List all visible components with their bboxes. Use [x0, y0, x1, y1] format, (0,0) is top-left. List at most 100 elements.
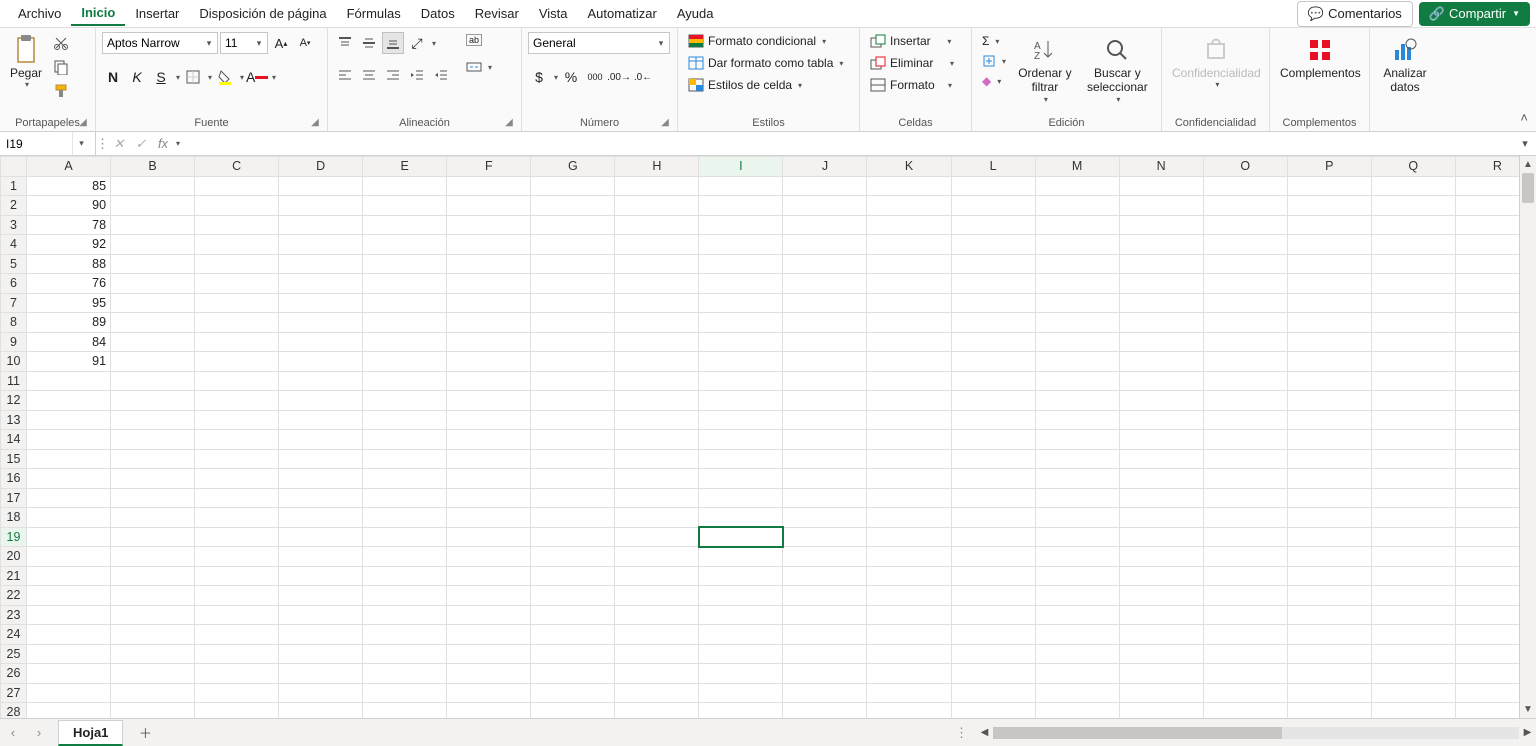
- cell[interactable]: [447, 547, 531, 567]
- cell[interactable]: [615, 547, 699, 567]
- cell[interactable]: [1119, 235, 1203, 255]
- tab-insertar[interactable]: Insertar: [125, 2, 189, 25]
- cell[interactable]: [111, 215, 195, 235]
- cell[interactable]: [867, 352, 951, 372]
- decrease-indent-button[interactable]: [406, 64, 428, 86]
- cell[interactable]: [363, 215, 447, 235]
- chevron-down-icon[interactable]: ▾: [251, 38, 267, 49]
- cell[interactable]: [447, 625, 531, 645]
- cell[interactable]: [867, 488, 951, 508]
- cell[interactable]: [615, 605, 699, 625]
- cell[interactable]: [363, 683, 447, 703]
- cell[interactable]: [783, 235, 867, 255]
- cell[interactable]: [783, 430, 867, 450]
- tab-ayuda[interactable]: Ayuda: [667, 2, 724, 25]
- cell[interactable]: [1455, 586, 1519, 606]
- cell[interactable]: [1203, 703, 1287, 719]
- cell[interactable]: [195, 176, 279, 196]
- cell[interactable]: [1203, 683, 1287, 703]
- cell[interactable]: [111, 313, 195, 333]
- cell[interactable]: [1371, 488, 1455, 508]
- chevron-down-icon[interactable]: ▾: [432, 39, 436, 48]
- fill-color-button[interactable]: [214, 66, 236, 88]
- name-box-input[interactable]: [0, 137, 72, 151]
- cell[interactable]: [783, 410, 867, 430]
- chevron-down-icon[interactable]: ▾: [653, 38, 669, 49]
- wrap-text-button[interactable]: ab: [462, 32, 496, 48]
- cell[interactable]: [1455, 371, 1519, 391]
- tab-automatizar[interactable]: Automatizar: [578, 2, 667, 25]
- column-header[interactable]: R: [1455, 157, 1519, 177]
- cell[interactable]: [1455, 235, 1519, 255]
- cell[interactable]: [867, 293, 951, 313]
- cell[interactable]: [615, 332, 699, 352]
- cell[interactable]: [447, 586, 531, 606]
- cell[interactable]: [1287, 527, 1371, 547]
- cell[interactable]: 95: [27, 293, 111, 313]
- cell[interactable]: [111, 508, 195, 528]
- cell[interactable]: [1035, 293, 1119, 313]
- cell[interactable]: [531, 683, 615, 703]
- cell[interactable]: [195, 566, 279, 586]
- cell[interactable]: [699, 196, 783, 216]
- cell[interactable]: [699, 391, 783, 411]
- cell[interactable]: [1203, 352, 1287, 372]
- cell[interactable]: [1371, 274, 1455, 294]
- name-box[interactable]: ▾: [0, 132, 96, 155]
- row-header[interactable]: 10: [1, 352, 27, 372]
- cut-button[interactable]: [50, 32, 72, 54]
- cell[interactable]: [867, 371, 951, 391]
- row-header[interactable]: 22: [1, 586, 27, 606]
- comma-style-button[interactable]: 000: [584, 66, 606, 88]
- cell[interactable]: [447, 371, 531, 391]
- cell[interactable]: [279, 586, 363, 606]
- formula-input[interactable]: [180, 132, 1514, 155]
- cell[interactable]: [1035, 664, 1119, 684]
- cell[interactable]: [1119, 313, 1203, 333]
- cell[interactable]: [111, 703, 195, 719]
- delete-cells-button[interactable]: Eliminar ▾: [866, 54, 958, 72]
- cell[interactable]: [531, 332, 615, 352]
- cell[interactable]: 76: [27, 274, 111, 294]
- cell[interactable]: 89: [27, 313, 111, 333]
- cell[interactable]: [699, 235, 783, 255]
- cell[interactable]: [615, 488, 699, 508]
- font-name-combo[interactable]: ▾: [102, 32, 218, 54]
- cell[interactable]: [1119, 703, 1203, 719]
- cell[interactable]: [1203, 488, 1287, 508]
- cell[interactable]: [1287, 664, 1371, 684]
- cell[interactable]: [363, 469, 447, 489]
- cell[interactable]: [363, 332, 447, 352]
- cell[interactable]: [111, 352, 195, 372]
- cell[interactable]: [615, 410, 699, 430]
- cell[interactable]: [1203, 313, 1287, 333]
- cell[interactable]: [531, 508, 615, 528]
- cell[interactable]: [1371, 235, 1455, 255]
- increase-font-button[interactable]: A▴: [270, 32, 292, 54]
- cell[interactable]: [615, 664, 699, 684]
- cell[interactable]: [195, 352, 279, 372]
- cell[interactable]: [1035, 605, 1119, 625]
- cell[interactable]: [363, 235, 447, 255]
- cell[interactable]: [531, 644, 615, 664]
- cell[interactable]: [1455, 196, 1519, 216]
- sheet-nav-prev[interactable]: ‹: [0, 725, 26, 740]
- cell[interactable]: [699, 449, 783, 469]
- cell[interactable]: [27, 449, 111, 469]
- row-header[interactable]: 13: [1, 410, 27, 430]
- cell[interactable]: [1455, 254, 1519, 274]
- cell[interactable]: [1035, 235, 1119, 255]
- cell[interactable]: [1287, 703, 1371, 719]
- cell[interactable]: [1035, 332, 1119, 352]
- cell[interactable]: [531, 274, 615, 294]
- format-cells-button[interactable]: Formato ▾: [866, 76, 956, 94]
- cell[interactable]: [699, 313, 783, 333]
- cell[interactable]: [783, 605, 867, 625]
- cell[interactable]: [699, 703, 783, 719]
- cell[interactable]: [615, 293, 699, 313]
- cell[interactable]: [27, 488, 111, 508]
- cell[interactable]: 84: [27, 332, 111, 352]
- cell[interactable]: [447, 332, 531, 352]
- tab-disposicion[interactable]: Disposición de página: [189, 2, 336, 25]
- cell[interactable]: [1371, 430, 1455, 450]
